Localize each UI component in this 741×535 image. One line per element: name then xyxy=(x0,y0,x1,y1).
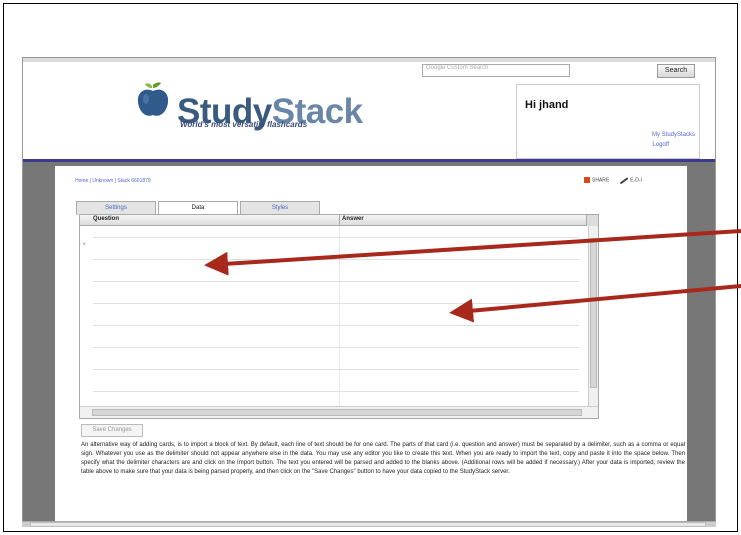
annotation-arrows xyxy=(204,229,741,323)
annotation-arrow-question xyxy=(204,229,741,276)
annotation-arrow-answer xyxy=(449,284,741,323)
